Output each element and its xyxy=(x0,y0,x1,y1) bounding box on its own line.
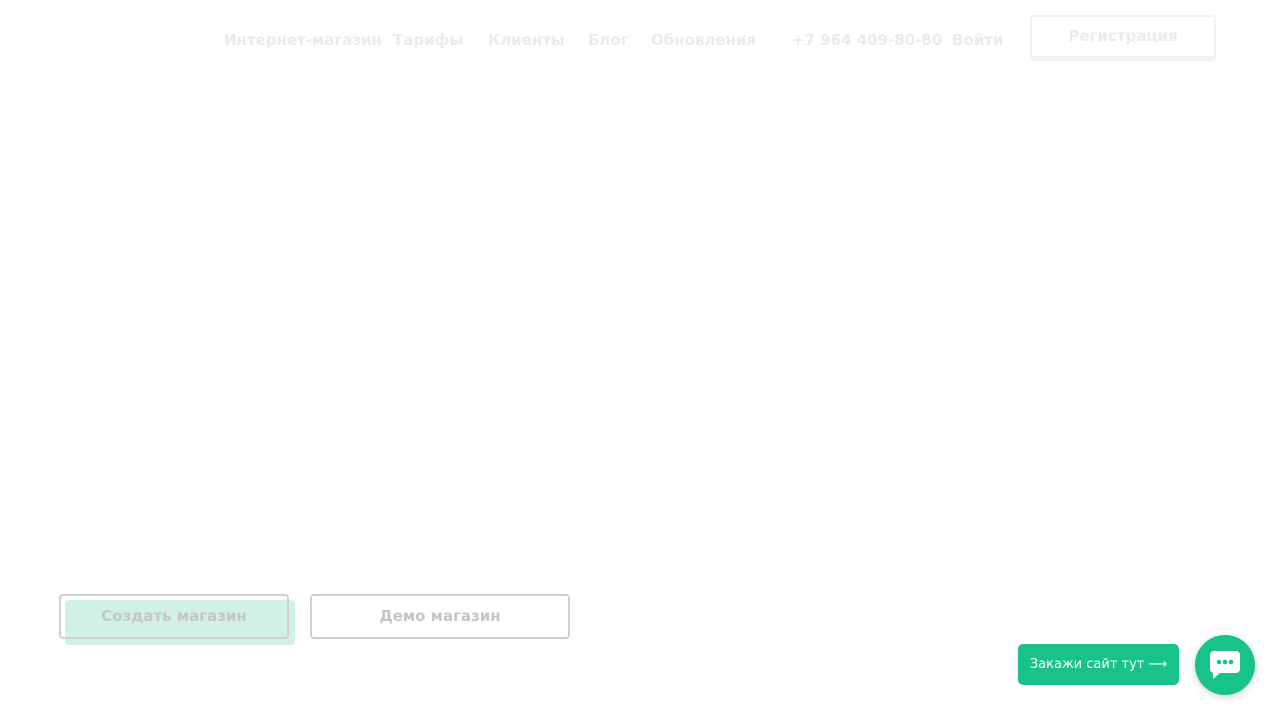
page: Интернет-магазин Тарифы Клиенты Блог Обн… xyxy=(0,0,1280,720)
nav-link-clients[interactable]: Клиенты xyxy=(488,31,565,49)
demo-store-button[interactable]: Демо магазин xyxy=(310,594,570,639)
phone-link[interactable]: +7 964 409-80-80 xyxy=(792,31,942,49)
create-store-button[interactable]: Создать магазин xyxy=(59,594,289,639)
nav-link-updates[interactable]: Обновления xyxy=(651,31,756,49)
create-store-button-wrap: Создать магазин xyxy=(59,594,295,646)
header-nav: Интернет-магазин Тарифы Клиенты Блог Обн… xyxy=(0,0,1280,80)
chat-button[interactable] xyxy=(1195,635,1255,695)
register-button[interactable]: Регистрация xyxy=(1030,15,1216,58)
nav-link-online-store[interactable]: Интернет-магазин xyxy=(224,31,382,49)
order-site-button[interactable]: Закажи сайт тут ⟶ xyxy=(1018,644,1179,685)
chat-bubble-icon xyxy=(1210,651,1240,679)
nav-link-blog[interactable]: Блог xyxy=(588,31,629,49)
nav-link-tariffs[interactable]: Тарифы xyxy=(393,31,463,49)
login-link[interactable]: Войти xyxy=(952,31,1003,49)
